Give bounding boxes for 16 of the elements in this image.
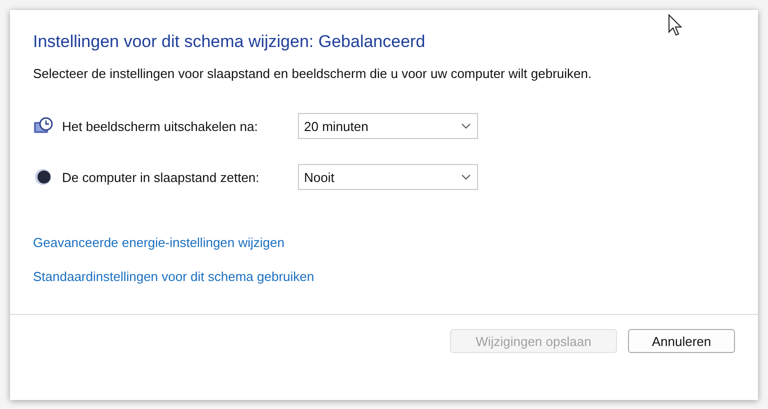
cancel-button[interactable]: Annuleren (628, 329, 735, 353)
setting-label: Het beeldscherm uitschakelen na: (62, 118, 259, 134)
link[interactable]: Geavanceerde energie-instellingen wijzigen (33, 235, 284, 250)
monitor-clock-icon (33, 117, 53, 135)
chevron-down-icon (461, 123, 471, 129)
moon-icon (33, 168, 53, 186)
dropdown-value: Nooit (304, 170, 334, 184)
link[interactable]: Standaardinstellingen voor dit schema gebruiken (33, 269, 314, 284)
dialog-title: Instellingen voor dit schema wijzigen: Gebalanceerd (33, 32, 426, 52)
dropdown[interactable]: Nooit (298, 164, 478, 190)
chevron-down-icon (461, 174, 471, 180)
dropdown-value: 20 minuten (304, 118, 368, 134)
cursor-icon (668, 14, 682, 36)
setting-label: De computer in slaapstand zetten: (62, 170, 260, 184)
dropdown[interactable]: 20 minuten (298, 113, 478, 139)
description-text: Selecteer de instellingen voor slaapstand en beeldscherm die u voor uw computer wilt gebruiken. (33, 66, 593, 81)
